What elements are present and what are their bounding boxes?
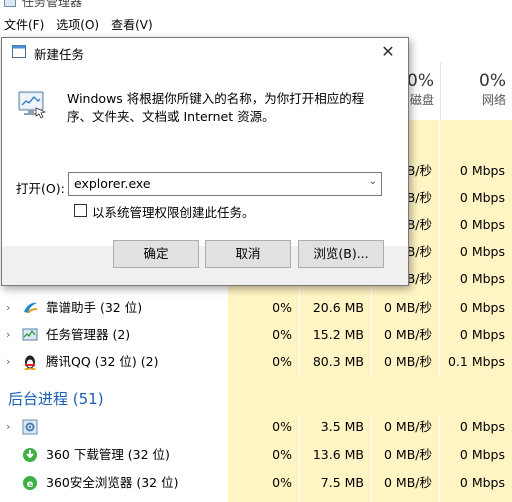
table-row[interactable]: e 360安全浏览器 (32 位) 0% 7.5 MB 0 MB/秒 0 Mbp…	[0, 469, 512, 496]
open-input[interactable]: explorer.exe	[74, 176, 151, 191]
run-program-icon	[18, 91, 47, 119]
process-name: 腾讯QQ (32 位) (2)	[46, 354, 159, 369]
task-manager-icon	[4, 0, 16, 7]
background-processes-header: 后台进程 (51)	[0, 384, 512, 414]
network-cell: 0.1 Mbps	[447, 354, 505, 369]
memory-cell: 15.2 MB	[312, 327, 364, 342]
run-window-icon	[12, 45, 26, 58]
disk-cell: 0 MB/秒	[384, 475, 432, 490]
download-360-icon	[23, 448, 37, 462]
cancel-button[interactable]: 取消	[205, 240, 291, 268]
section-title: 后台进程 (51)	[8, 390, 104, 408]
memory-cell: 13.6 MB	[312, 447, 364, 462]
network-cell: 0 Mbps	[459, 244, 505, 259]
cpu-cell: 0%	[272, 327, 292, 342]
taskmanager-icon	[22, 328, 38, 341]
task-manager-title: 任务管理器	[22, 0, 83, 9]
network-cell: 0 Mbps	[459, 163, 505, 178]
network-cell: 0 Mbps	[459, 419, 505, 434]
menu-file[interactable]: 文件(F)	[4, 14, 44, 36]
disk-cell: 0 MB/秒	[384, 447, 432, 462]
table-row[interactable]: › 靠谱助手 (32 位) 0% 20.6 MB 0 MB/秒 0 Mbps	[0, 294, 512, 321]
qq-penguin-icon	[24, 355, 36, 370]
ok-button[interactable]: 确定	[113, 240, 199, 268]
table-row[interactable]: › 0% 3.5 MB 0 MB/秒 0 Mbps	[0, 413, 512, 440]
memory-cell: 80.3 MB	[312, 354, 364, 369]
expand-chevron-icon[interactable]: ›	[6, 348, 10, 375]
admin-checkbox[interactable]	[74, 204, 87, 217]
menu-view[interactable]: 查看(V)	[111, 14, 153, 36]
process-name: 360安全浏览器 (32 位)	[46, 475, 179, 490]
browser-360-icon: e	[23, 476, 37, 490]
dialog-titlebar[interactable]: 新建任务 ✕	[2, 38, 408, 66]
disk-cell: 0 MB/秒	[384, 327, 432, 342]
cpu-cell: 0%	[272, 354, 292, 369]
network-cell: 0 Mbps	[459, 271, 505, 286]
network-cell: 0 Mbps	[459, 300, 505, 315]
cpu-cell: 0%	[272, 447, 292, 462]
column-header-network[interactable]: 0% 网络	[440, 70, 512, 120]
expand-chevron-icon[interactable]: ›	[6, 321, 10, 348]
network-cell: 0 Mbps	[459, 327, 505, 342]
network-percent: 0%	[479, 71, 506, 91]
new-task-dialog: 新建任务 ✕ Windows 将根据你所键入的名称，为你打开相应的程序、文件夹、…	[1, 37, 409, 286]
task-manager-titlebar: 任务管理器	[0, 0, 512, 10]
dialog-description: Windows 将根据你所键入的名称，为你打开相应的程序、文件夹、文档或 Int…	[67, 91, 365, 124]
task-manager-menubar: 文件(F) 选项(O) 查看(V)	[0, 14, 153, 36]
memory-cell: 20.6 MB	[312, 300, 364, 315]
process-name: 靠谱助手 (32 位)	[46, 300, 143, 315]
dialog-title: 新建任务	[34, 47, 85, 62]
chevron-down-icon[interactable]: ⌄	[369, 176, 377, 187]
open-combobox[interactable]: explorer.exe ⌄	[68, 172, 382, 196]
table-row[interactable]: › 腾讯QQ (32 位) (2) 0% 80.3 MB 0 MB/秒 0.1 …	[0, 348, 512, 375]
menu-options[interactable]: 选项(O)	[56, 14, 99, 36]
disk-cell: 0 MB/秒	[384, 419, 432, 434]
memory-cell: 7.5 MB	[320, 475, 364, 490]
open-label: 打开(O):	[16, 181, 65, 196]
network-label: 网络	[481, 93, 506, 107]
kaopu-icon	[24, 302, 38, 314]
dialog-body: Windows 将根据你所键入的名称，为你打开相应的程序、文件夹、文档或 Int…	[2, 66, 408, 246]
browse-button[interactable]: 浏览(B)...	[298, 240, 384, 268]
cpu-cell: 0%	[272, 300, 292, 315]
close-icon[interactable]: ✕	[368, 38, 408, 66]
network-cell: 0 Mbps	[459, 217, 505, 232]
admin-checkbox-label[interactable]: 以系统管理权限创建此任务。	[92, 202, 255, 221]
expand-chevron-icon[interactable]: ›	[6, 413, 10, 440]
table-row[interactable]: › 任务管理器 (2) 0% 15.2 MB 0 MB/秒 0 Mbps	[0, 321, 512, 348]
network-cell: 0 Mbps	[459, 190, 505, 205]
process-name: 任务管理器 (2)	[46, 327, 131, 342]
network-cell: 0 Mbps	[459, 447, 505, 462]
table-row[interactable]: 360 下载管理 (32 位) 0% 13.6 MB 0 MB/秒 0 Mbps	[0, 441, 512, 468]
expand-chevron-icon[interactable]: ›	[6, 294, 10, 321]
svg-text:e: e	[27, 479, 34, 490]
gear-process-icon	[22, 419, 38, 435]
process-name: 360 下载管理 (32 位)	[46, 447, 170, 462]
memory-cell: 3.5 MB	[320, 419, 364, 434]
disk-cell: 0 MB/秒	[384, 354, 432, 369]
disk-cell: 0 MB/秒	[384, 300, 432, 315]
network-cell: 0 Mbps	[459, 475, 505, 490]
cpu-cell: 0%	[272, 419, 292, 434]
cpu-cell: 0%	[272, 475, 292, 490]
